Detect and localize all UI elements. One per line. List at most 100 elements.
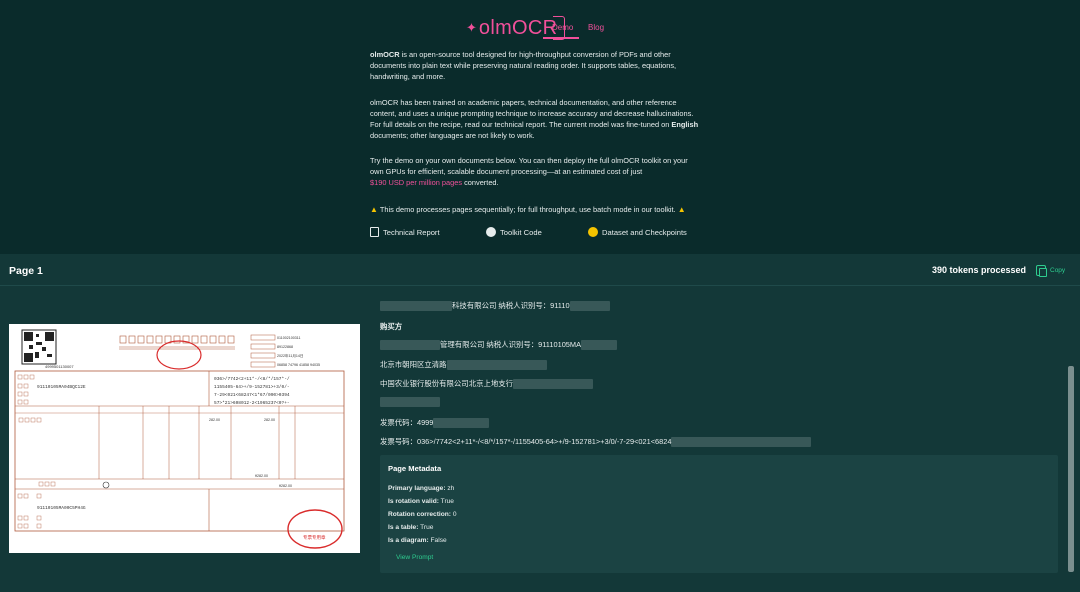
output-line: 科技有限公司 纳税人识别号：91110 [380, 300, 610, 312]
red-seal-icon [156, 340, 202, 370]
intro-paragraph-2: olmOCR has been trained on academic pape… [370, 97, 715, 141]
metadata-key: Is a diagram: [388, 537, 429, 544]
seal-text: 专票专用章 [303, 534, 326, 541]
link-label: Toolkit Code [500, 227, 542, 237]
document-icon [370, 227, 379, 237]
intro-paragraph-3: Try the demo on your own documents below… [370, 155, 715, 188]
redaction-block [433, 418, 490, 429]
intro-text: For full details on the recipe, read our… [370, 120, 670, 129]
output-line: 北京市朝阳区立清路 [380, 359, 547, 371]
intro-text: Try the demo on your own documents below… [370, 156, 688, 165]
buyer-tax-id: 91110105MA00C5PH4G [37, 505, 86, 511]
page-title: Page 1 [9, 265, 43, 277]
output-text: 管理有限公司 纳税人识别号：91110105MA [440, 340, 582, 349]
metadata-row: Primary language: zh [388, 485, 454, 492]
view-prompt-link[interactable]: View Prompt [396, 554, 433, 561]
metadata-row: Is a table: True [388, 524, 433, 531]
red-seal-icon [287, 509, 343, 549]
copy-button[interactable]: Copy [1036, 265, 1066, 277]
link-toolkit-code[interactable]: Toolkit Code [486, 227, 542, 237]
redaction-block [380, 397, 440, 408]
metadata-key: Rotation correction: [388, 511, 452, 518]
redaction-block [581, 340, 618, 351]
warning-icon: ▲ [370, 205, 378, 214]
intro-text: converted. [462, 178, 499, 187]
redaction-block [446, 360, 547, 371]
link-label: Dataset and Checkpoints [602, 227, 687, 237]
nav-active-underline [543, 37, 579, 39]
huggingface-icon [588, 227, 598, 237]
invoice-serial: 89122868 [277, 345, 293, 349]
intro-text: documents; other languages are not likel… [370, 131, 535, 140]
nav-demo[interactable]: Demo [552, 23, 573, 32]
output-text: 北京市朝阳区立清路 [380, 360, 447, 369]
warning-text: This demo processes pages sequentially; … [379, 205, 676, 214]
metadata-value: False [430, 537, 447, 544]
invoice-total: ¥282.00 [255, 474, 268, 478]
scrollbar-thumb[interactable] [1068, 366, 1074, 572]
metadata-row: Is rotation valid: True [388, 498, 454, 505]
metadata-row: Is a diagram: False [388, 537, 447, 544]
intro-text: own GPUs for efficient, scalable documen… [370, 167, 643, 176]
nav-blog[interactable]: Blog [588, 23, 604, 32]
output-text: 科技有限公司 纳税人识别号：91110 [452, 301, 570, 310]
header: ✦ olmOCR Demo Blog olmOCR is an open-sou… [0, 0, 1080, 254]
intro-text: is an open-source tool designed for high… [399, 50, 671, 59]
seller-tax-id: 91110105MA04BQC12E [37, 384, 86, 390]
output-line: 发票代码：4999 [380, 417, 490, 429]
metadata-value: zh [447, 485, 455, 492]
cipher-line: 57>*21>608012-2<1965237<0?+- [214, 400, 290, 406]
output-text: 发票号码：036>/7742<2+11*-/<8/*/157*-/1155405… [380, 437, 672, 446]
output-line: 管理有限公司 纳税人识别号：91110105MA [380, 339, 618, 351]
redaction-block [513, 379, 594, 390]
cipher-line: 036>/7742<2+11*-/<8/*/157*-/ [214, 376, 290, 382]
intro-english-bold: English [671, 120, 699, 129]
intro-text: content, and uses a unique prompting tec… [370, 109, 694, 118]
redaction-block [380, 301, 452, 312]
intro-text: olmOCR has been trained on academic pape… [370, 98, 677, 107]
invoice-date: 2022年11月14日 [277, 353, 304, 358]
output-line [380, 397, 440, 408]
warning-icon: ▲ [677, 205, 686, 214]
github-icon [486, 227, 496, 237]
metadata-title: Page Metadata [388, 464, 442, 473]
copy-icon [1036, 265, 1047, 277]
metadata-row: Rotation correction: 0 [388, 511, 457, 518]
intro-brand-bold: olmOCR [370, 50, 400, 59]
metadata-value: True [440, 498, 454, 505]
metadata-value: 0 [452, 511, 457, 518]
cipher-line: 1155405-64>+/9-152781>+3/0/- [214, 384, 290, 390]
metadata-value: True [420, 524, 434, 531]
output-line: 中国农业银行股份有限公司北京上地支行 [380, 378, 594, 390]
invoice-code: 011002100311 [277, 336, 300, 340]
invoice-amount: 282.00 [264, 418, 275, 422]
copy-label: Copy [1050, 267, 1066, 274]
tokens-processed: 390 tokens processed [932, 265, 1027, 275]
output-heading: 购买方 [380, 322, 403, 331]
divider [0, 285, 1080, 286]
intro-paragraph-1: olmOCR is an open-source tool designed f… [370, 49, 715, 82]
invoice-check-code: 06858 74796 41858 94035 [277, 363, 320, 367]
output-line: 发票号码：036>/7742<2+11*-/<8/*/157*-/1155405… [380, 436, 812, 448]
sparkle-icon: ✦ [466, 20, 477, 35]
invoice-amount: 282.00 [209, 418, 220, 422]
invoice-number: 4999501130007 [45, 364, 74, 369]
invoice-total: ¥282.00 [279, 484, 292, 488]
link-dataset-checkpoints[interactable]: Dataset and Checkpoints [588, 227, 687, 237]
price-link[interactable]: $190 USD per million pages [370, 178, 462, 187]
warning-banner: ▲ This demo processes pages sequentially… [370, 205, 686, 214]
qr-code-icon [21, 329, 57, 365]
output-text: 发票代码：4999 [380, 418, 434, 427]
metadata-key: Is rotation valid: [388, 498, 439, 505]
metadata-key: Primary language: [388, 485, 446, 492]
intro-text: documents into plain text while preservi… [370, 61, 677, 70]
metadata-key: Is a table: [388, 524, 419, 531]
page-image: 4999501130007 011002100311 89122868 2022… [9, 324, 360, 553]
link-label: Technical Report [383, 227, 440, 237]
link-technical-report[interactable]: Technical Report [370, 227, 440, 237]
cipher-line: 7-29<021<68247<1*67/090>0394 [214, 392, 290, 398]
page-metadata-card: Page Metadata Primary language: zh Is ro… [380, 455, 1058, 573]
output-text: 中国农业银行股份有限公司北京上地支行 [380, 379, 514, 388]
result-panel: Page 1 390 tokens processed Copy 4999501… [0, 254, 1080, 592]
redaction-block [671, 437, 812, 448]
